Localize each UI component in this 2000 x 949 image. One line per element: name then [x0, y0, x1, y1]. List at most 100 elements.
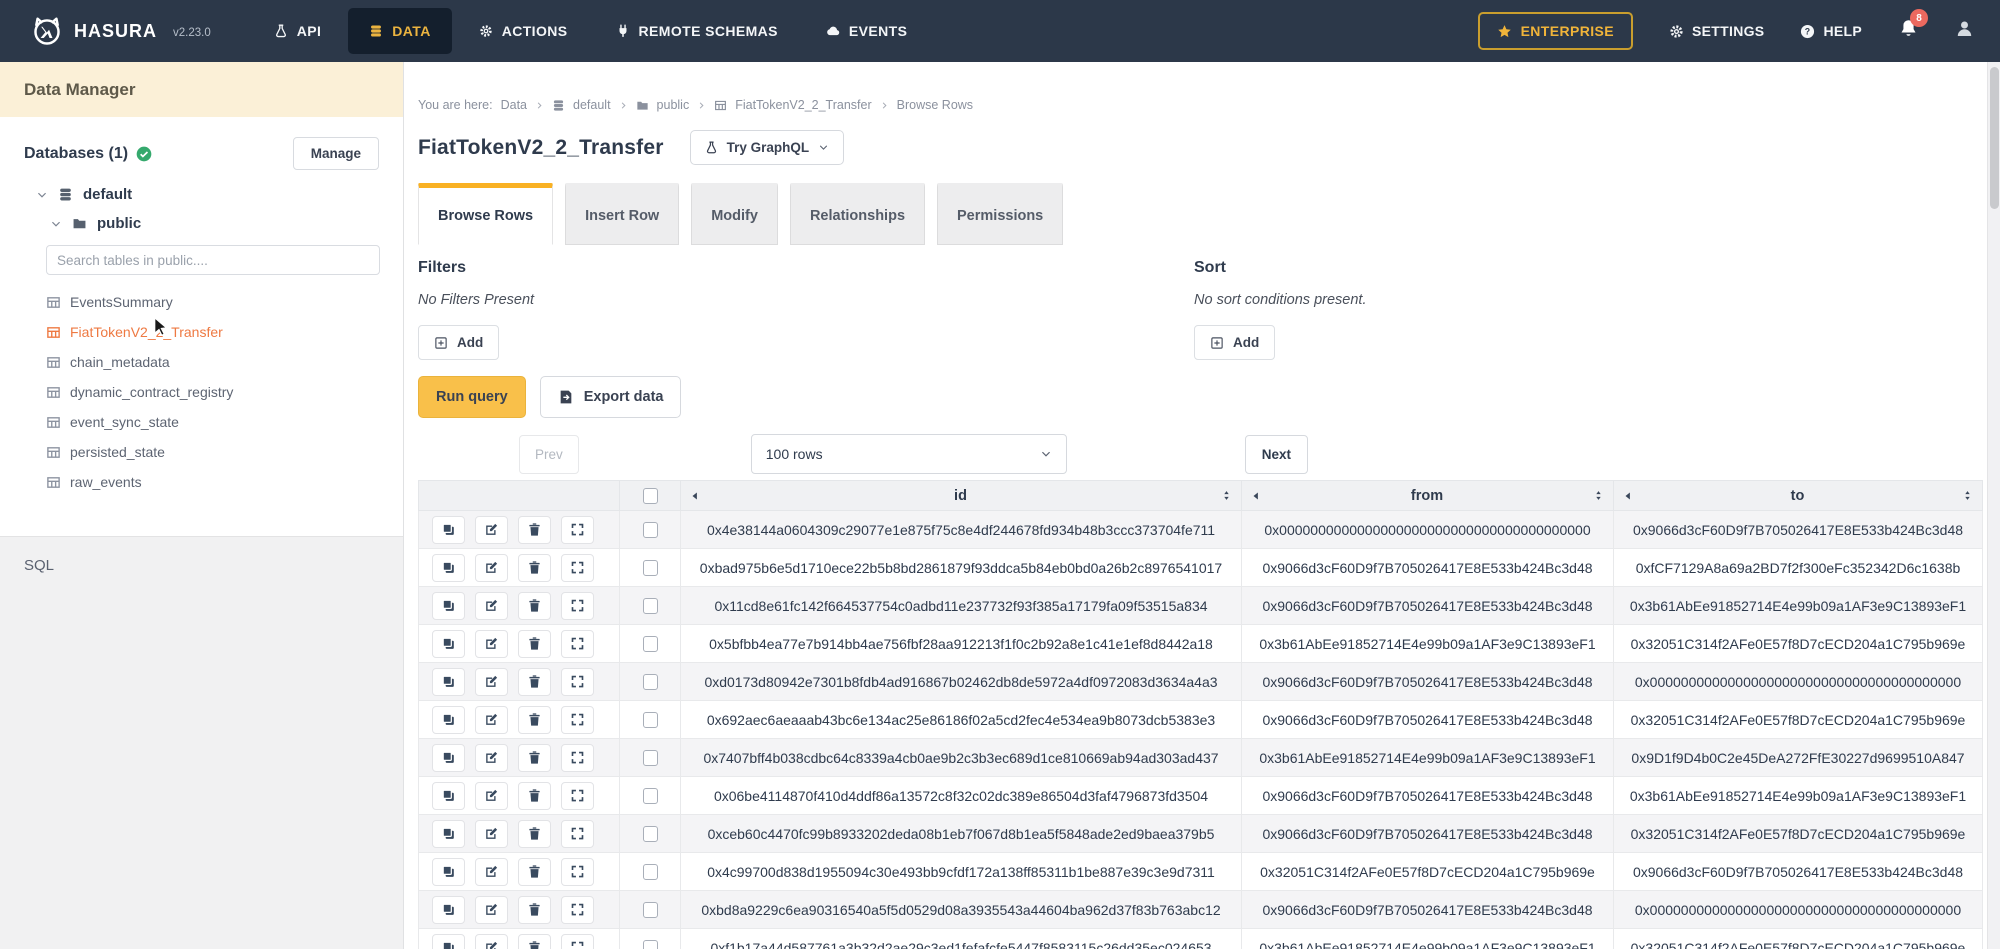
edit-row-button[interactable]: [475, 516, 508, 544]
delete-row-button[interactable]: [518, 668, 551, 696]
vertical-scrollbar[interactable]: [1987, 62, 2000, 949]
breadcrumb-public[interactable]: public: [657, 98, 690, 112]
clone-row-button[interactable]: [432, 896, 465, 924]
tree-node-schema[interactable]: public: [24, 215, 379, 232]
sidebar-table-item[interactable]: chain_metadata: [46, 347, 379, 377]
delete-row-button[interactable]: [518, 934, 551, 949]
clone-row-button[interactable]: [432, 554, 465, 582]
delete-row-button[interactable]: [518, 592, 551, 620]
breadcrumb-data[interactable]: Data: [501, 98, 527, 112]
sidebar-table-item[interactable]: FiatTokenV2_2_Transfer: [46, 317, 379, 347]
row-checkbox[interactable]: [643, 902, 658, 918]
sidebar-table-item[interactable]: event_sync_state: [46, 407, 379, 437]
tab[interactable]: Relationships: [790, 183, 925, 245]
run-query-button[interactable]: Run query: [418, 376, 526, 418]
delete-row-button[interactable]: [518, 706, 551, 734]
expand-row-button[interactable]: [561, 896, 594, 924]
expand-row-button[interactable]: [561, 858, 594, 886]
add-filter-button[interactable]: Add: [418, 325, 499, 360]
chevron-down-icon[interactable]: [36, 189, 48, 201]
row-checkbox[interactable]: [643, 788, 658, 804]
delete-row-button[interactable]: [518, 630, 551, 658]
manage-button[interactable]: Manage: [293, 137, 379, 170]
column-header[interactable]: from: [1242, 481, 1614, 511]
expand-row-button[interactable]: [561, 554, 594, 582]
delete-row-button[interactable]: [518, 744, 551, 772]
export-data-button[interactable]: Export data: [540, 376, 682, 418]
sidebar-table-item[interactable]: EventsSummary: [46, 287, 379, 317]
user-menu-button[interactable]: [1955, 19, 1974, 43]
edit-row-button[interactable]: [475, 820, 508, 848]
sidebar-table-item[interactable]: persisted_state: [46, 437, 379, 467]
table-search-input[interactable]: [46, 245, 380, 275]
select-all-checkbox[interactable]: [643, 488, 658, 504]
tab[interactable]: Insert Row: [565, 183, 679, 245]
tree-node-database[interactable]: default: [24, 186, 379, 203]
sort-column-icon[interactable]: [1593, 490, 1604, 501]
nav-item-actions[interactable]: ACTIONS: [458, 8, 589, 54]
column-header[interactable]: id: [681, 481, 1242, 511]
expand-row-button[interactable]: [561, 630, 594, 658]
expand-row-button[interactable]: [561, 516, 594, 544]
edit-row-button[interactable]: [475, 554, 508, 582]
sort-column-icon[interactable]: [1221, 490, 1232, 501]
edit-row-button[interactable]: [475, 668, 508, 696]
chevron-down-icon[interactable]: [50, 218, 62, 230]
clone-row-button[interactable]: [432, 820, 465, 848]
expand-row-button[interactable]: [561, 934, 594, 949]
add-sort-button[interactable]: Add: [1194, 325, 1275, 360]
nav-item-data[interactable]: DATA: [348, 8, 451, 54]
edit-row-button[interactable]: [475, 934, 508, 949]
try-graphql-button[interactable]: Try GraphQL: [690, 130, 845, 165]
nav-item-events[interactable]: EVENTS: [805, 8, 928, 54]
row-checkbox[interactable]: [643, 674, 658, 690]
scrollbar-thumb[interactable]: [1990, 67, 1999, 209]
delete-row-button[interactable]: [518, 858, 551, 886]
clone-row-button[interactable]: [432, 858, 465, 886]
row-checkbox[interactable]: [643, 940, 658, 949]
clone-row-button[interactable]: [432, 744, 465, 772]
expand-row-button[interactable]: [561, 744, 594, 772]
help-button[interactable]: HELP: [1800, 23, 1862, 39]
collapse-column-icon[interactable]: [1623, 491, 1633, 501]
row-checkbox[interactable]: [643, 636, 658, 652]
edit-row-button[interactable]: [475, 858, 508, 886]
row-checkbox[interactable]: [643, 750, 658, 766]
nav-item-api[interactable]: API: [253, 8, 343, 54]
clone-row-button[interactable]: [432, 630, 465, 658]
row-checkbox[interactable]: [643, 560, 658, 576]
delete-row-button[interactable]: [518, 782, 551, 810]
enterprise-button[interactable]: ENTERPRISE: [1478, 12, 1633, 50]
clone-row-button[interactable]: [432, 668, 465, 696]
expand-row-button[interactable]: [561, 592, 594, 620]
breadcrumb-default[interactable]: default: [573, 98, 611, 112]
edit-row-button[interactable]: [475, 592, 508, 620]
clone-row-button[interactable]: [432, 706, 465, 734]
expand-row-button[interactable]: [561, 668, 594, 696]
collapse-column-icon[interactable]: [690, 491, 700, 501]
row-checkbox[interactable]: [643, 864, 658, 880]
delete-row-button[interactable]: [518, 896, 551, 924]
clone-row-button[interactable]: [432, 592, 465, 620]
sidebar-item-sql[interactable]: SQL: [24, 557, 54, 574]
prev-page-button[interactable]: Prev: [519, 435, 579, 474]
edit-row-button[interactable]: [475, 706, 508, 734]
next-page-button[interactable]: Next: [1245, 435, 1308, 474]
clone-row-button[interactable]: [432, 782, 465, 810]
sidebar-table-item[interactable]: dynamic_contract_registry: [46, 377, 379, 407]
tab[interactable]: Permissions: [937, 183, 1063, 245]
sort-column-icon[interactable]: [1962, 490, 1973, 501]
edit-row-button[interactable]: [475, 630, 508, 658]
row-checkbox[interactable]: [643, 598, 658, 614]
expand-row-button[interactable]: [561, 820, 594, 848]
edit-row-button[interactable]: [475, 744, 508, 772]
row-checkbox[interactable]: [643, 522, 658, 538]
row-checkbox[interactable]: [643, 712, 658, 728]
collapse-column-icon[interactable]: [1251, 491, 1261, 501]
clone-row-button[interactable]: [432, 934, 465, 949]
nav-item-remote-schemas[interactable]: REMOTE SCHEMAS: [595, 8, 799, 54]
hasura-logo[interactable]: HASURA v2.23.0: [30, 14, 211, 48]
breadcrumb-table[interactable]: FiatTokenV2_2_Transfer: [735, 98, 871, 112]
page-size-select[interactable]: 100 rows: [751, 434, 1067, 474]
notifications-button[interactable]: 8: [1898, 18, 1919, 44]
